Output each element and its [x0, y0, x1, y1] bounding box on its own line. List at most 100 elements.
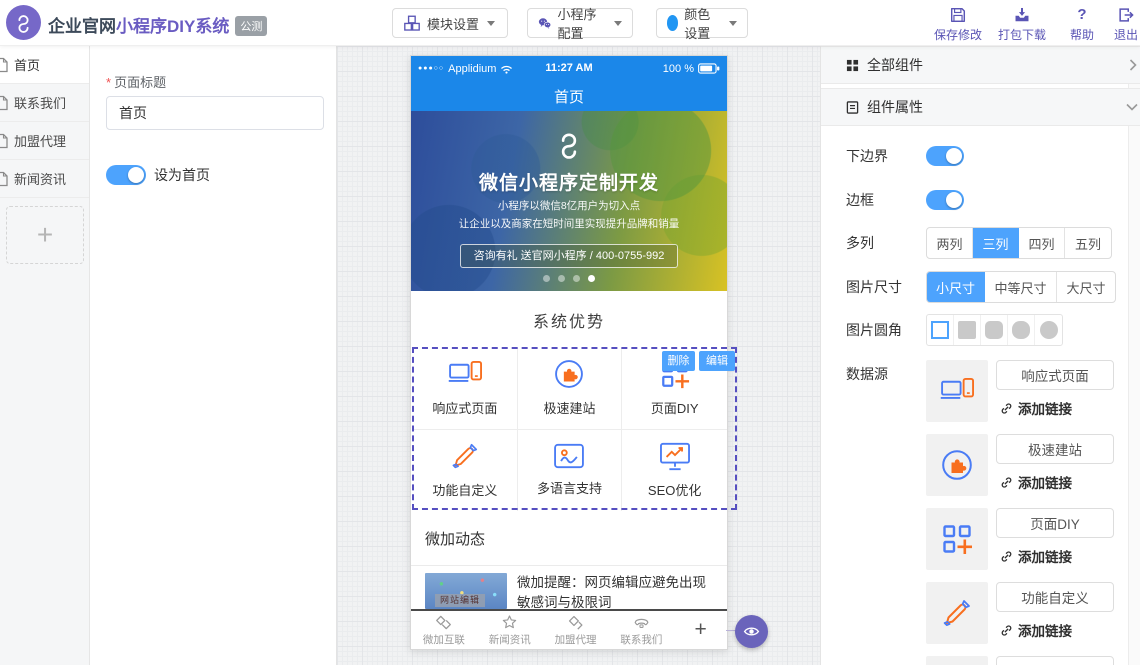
datasource-name-input[interactable] [996, 434, 1114, 464]
news-thumbnail-caption: 网站编辑 [435, 594, 485, 607]
app-title-primary: 企业官网 [48, 17, 116, 36]
carousel-dot-active[interactable] [588, 275, 595, 282]
radius-option-small[interactable] [981, 315, 1008, 345]
app-title-accent: 小程序DIY系统 [116, 17, 229, 36]
carousel-dot[interactable] [543, 275, 550, 282]
hero-cta-button[interactable]: 咨询有礼 送官网小程序 / 400-0755-992 [460, 244, 679, 268]
plus-icon: + [695, 618, 707, 642]
sidebar-item-agent[interactable]: 加盟代理 [0, 122, 89, 160]
columns-option-three-selected[interactable]: 三列 [973, 228, 1019, 258]
sidebar-item-label: 首页 [14, 55, 40, 74]
border-label: 边框 [846, 190, 926, 210]
image-size-large[interactable]: 大尺寸 [1057, 272, 1115, 302]
page-icon [0, 57, 9, 73]
datasource-item-responsive: 添加链接 [926, 360, 1126, 422]
grid-item-label: 多语言支持 [537, 478, 602, 497]
tab-news[interactable]: 新闻资讯 [477, 611, 543, 649]
news-thumbnail: 网站编辑 [425, 573, 507, 609]
grid-item-speed[interactable]: 极速建站 [518, 348, 623, 430]
columns-segmented-control: 两列 三列 四列 五列 [926, 227, 1112, 259]
caret-down-icon [614, 21, 622, 26]
advantage-grid-component[interactable]: 响应式页面 极速建站 页面DIY 功能自定义 多语言支持 [413, 348, 727, 511]
color-settings-label: 颜色设置 [684, 4, 721, 42]
delete-component-button[interactable]: 删除 [662, 351, 695, 371]
tab-agent[interactable]: 加盟代理 [543, 611, 609, 649]
battery-percent-label: 100 % [663, 63, 694, 75]
edit-component-button[interactable]: 编辑 [699, 351, 735, 371]
radius-option-square-selected[interactable] [927, 315, 954, 345]
hero-subtitle-1: 小程序以微信8亿用户为切入点 [498, 198, 640, 213]
grid-item-responsive[interactable]: 响应式页面 [413, 348, 518, 430]
grid-item-seo[interactable]: SEO优化 [622, 430, 727, 512]
carousel-dot[interactable] [558, 275, 565, 282]
columns-label: 多列 [846, 233, 926, 253]
tab-weijia[interactable]: 微加互联 [411, 611, 477, 649]
datasource-thumb [926, 434, 988, 496]
sidebar-item-news[interactable]: 新闻资讯 [0, 160, 89, 198]
radius-option-none[interactable] [954, 315, 981, 345]
exit-button[interactable]: 退出 [1098, 6, 1140, 43]
grid-item-multilang[interactable]: 多语言支持 [518, 430, 623, 512]
image-size-label: 图片尺寸 [846, 277, 926, 297]
page-title-input[interactable] [106, 96, 324, 130]
datasource-name-input[interactable] [996, 508, 1114, 538]
news-list-item[interactable]: 网站编辑 微加提醒：网页编辑应避免出现敏感词与极限词 [411, 573, 727, 613]
columns-option-four[interactable]: 四列 [1019, 228, 1065, 258]
grid-item-label: 功能自定义 [432, 480, 497, 499]
preview-eye-button[interactable] [735, 615, 768, 648]
datasource-item-diy: 添加链接 [926, 508, 1126, 570]
datasource-name-input[interactable] [996, 360, 1114, 390]
bottom-border-toggle[interactable] [926, 146, 964, 166]
download-icon [1013, 6, 1031, 24]
page-icon [0, 171, 9, 187]
tabbar-add-button[interactable]: + [674, 611, 727, 649]
columns-option-five[interactable]: 五列 [1065, 228, 1111, 258]
sidebar-item-home[interactable]: 首页 [0, 46, 89, 84]
miniapp-config-dropdown[interactable]: 小程序配置 [527, 8, 633, 38]
sidebar-item-label: 联系我们 [14, 93, 66, 112]
datasource-label: 数据源 [846, 364, 926, 384]
color-settings-dropdown[interactable]: 颜色设置 [656, 8, 748, 38]
image-radius-options [926, 314, 1063, 346]
add-link-button[interactable]: 添加链接 [1000, 546, 1072, 566]
datasource-name-input[interactable] [996, 656, 1114, 665]
carousel-dot[interactable] [573, 275, 580, 282]
add-link-label: 添加链接 [1018, 620, 1072, 640]
logout-icon [1117, 6, 1135, 24]
set-home-label: 设为首页 [154, 165, 210, 185]
grid-item-custom[interactable]: 功能自定义 [413, 430, 518, 512]
sidebar-item-contact[interactable]: 联系我们 [0, 84, 89, 122]
add-page-button[interactable]: + [6, 206, 84, 264]
caret-down-icon [729, 21, 737, 26]
radius-option-circle[interactable] [1035, 315, 1062, 345]
section-title-news[interactable]: 微加动态 [411, 511, 727, 566]
package-download-button[interactable]: 打包下载 [994, 6, 1050, 43]
datasource-name-input[interactable] [996, 582, 1114, 612]
module-settings-dropdown[interactable]: 模块设置 [392, 8, 508, 38]
custom-pencil-icon [941, 597, 973, 629]
set-home-toggle[interactable] [106, 165, 146, 185]
grid-item-label: 响应式页面 [432, 398, 497, 417]
sidebar-item-label: 新闻资讯 [14, 169, 66, 188]
tags-icon [435, 614, 452, 631]
hero-carousel-component[interactable]: 微信小程序定制开发 小程序以微信8亿用户为切入点 让企业以及商家在短时间里实现提… [411, 111, 727, 291]
news-headline: 微加提醒：网页编辑应避免出现敏感词与极限词 [517, 573, 715, 613]
section-title-advantages[interactable]: 系统优势 [411, 291, 727, 348]
border-toggle[interactable] [926, 190, 964, 210]
image-size-medium[interactable]: 中等尺寸 [985, 272, 1057, 302]
all-components-header[interactable]: 全部组件 [821, 46, 1140, 84]
add-link-button[interactable]: 添加链接 [1000, 398, 1072, 418]
add-link-button[interactable]: 添加链接 [1000, 620, 1072, 640]
inspector-scrollbar[interactable] [1128, 46, 1140, 665]
radius-option-medium[interactable] [1008, 315, 1035, 345]
tab-contact[interactable]: 联系我们 [608, 611, 674, 649]
columns-option-two[interactable]: 两列 [927, 228, 973, 258]
add-link-button[interactable]: 添加链接 [1000, 472, 1072, 492]
image-size-small-selected[interactable]: 小尺寸 [927, 272, 985, 302]
grid-icon [846, 59, 859, 72]
component-properties-header[interactable]: 组件属性 [821, 88, 1140, 126]
link-icon [1000, 550, 1013, 563]
editor-canvas: ●●●○○ Applidium 11:27 AM 100 % 首页 微信小程 [337, 46, 820, 665]
chevron-right-icon [1128, 59, 1138, 71]
save-button[interactable]: 保存修改 [930, 6, 986, 43]
